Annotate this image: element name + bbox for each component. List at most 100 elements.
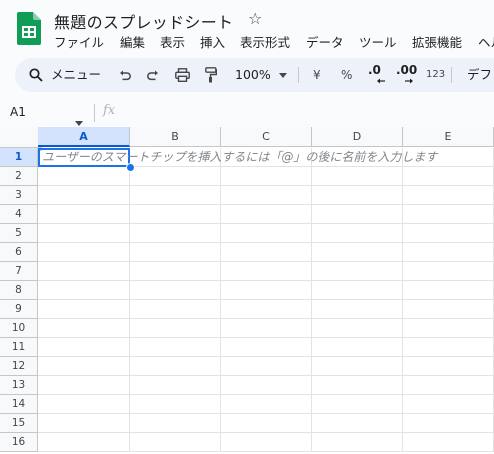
column-header-b[interactable]: B <box>130 127 221 147</box>
cell-e8[interactable] <box>403 281 494 300</box>
cell-d4[interactable] <box>312 205 403 224</box>
redo-icon[interactable] <box>147 69 159 82</box>
cell-b2[interactable] <box>130 167 221 186</box>
cell-c3[interactable] <box>221 186 312 205</box>
column-header-c[interactable]: C <box>221 127 312 147</box>
print-icon[interactable] <box>175 68 190 82</box>
cell-d9[interactable] <box>312 300 403 319</box>
cell-d2[interactable] <box>312 167 403 186</box>
cell-d10[interactable] <box>312 319 403 338</box>
row-header-7[interactable]: 7 <box>0 262 38 281</box>
cell-a7[interactable] <box>38 262 130 281</box>
cell-e6[interactable] <box>403 243 494 262</box>
menu-tools[interactable]: ツール <box>359 34 397 52</box>
cell-e11[interactable] <box>403 338 494 357</box>
row-header-13[interactable]: 13 <box>0 376 38 395</box>
menu-search-label[interactable]: メニュー <box>51 58 101 92</box>
cell-c13[interactable] <box>221 376 312 395</box>
star-icon[interactable]: ☆ <box>248 9 262 29</box>
cell-b13[interactable] <box>130 376 221 395</box>
row-header-11[interactable]: 11 <box>0 338 38 357</box>
menu-help[interactable]: ヘル <box>478 34 494 52</box>
cell-b16[interactable] <box>130 433 221 452</box>
cell-d3[interactable] <box>312 186 403 205</box>
cell-b5[interactable] <box>130 224 221 243</box>
cell-c6[interactable] <box>221 243 312 262</box>
cell-d15[interactable] <box>312 414 403 433</box>
cell-d14[interactable] <box>312 395 403 414</box>
cell-e5[interactable] <box>403 224 494 243</box>
currency-format-button[interactable]: ¥ <box>313 58 321 92</box>
row-header-12[interactable]: 12 <box>0 357 38 376</box>
menu-edit[interactable]: 編集 <box>120 34 145 52</box>
cell-c8[interactable] <box>221 281 312 300</box>
row-header-5[interactable]: 5 <box>0 224 38 243</box>
cell-b15[interactable] <box>130 414 221 433</box>
cell-e13[interactable] <box>403 376 494 395</box>
cell-c2[interactable] <box>221 167 312 186</box>
cell-b3[interactable] <box>130 186 221 205</box>
document-title[interactable]: 無題のスプレッドシート <box>54 9 233 33</box>
cell-c12[interactable] <box>221 357 312 376</box>
percent-format-button[interactable]: % <box>341 58 352 92</box>
cell-a10[interactable] <box>38 319 130 338</box>
menu-extensions[interactable]: 拡張機能 <box>412 34 462 52</box>
cell-c15[interactable] <box>221 414 312 433</box>
menu-format[interactable]: 表示形式 <box>240 34 290 52</box>
font-select[interactable]: デフ <box>467 58 492 92</box>
cell-e7[interactable] <box>403 262 494 281</box>
row-header-10[interactable]: 10 <box>0 319 38 338</box>
row-header-1[interactable]: 1 <box>0 148 38 167</box>
row-header-2[interactable]: 2 <box>0 167 38 186</box>
cell-b4[interactable] <box>130 205 221 224</box>
cell-b11[interactable] <box>130 338 221 357</box>
cell-c4[interactable] <box>221 205 312 224</box>
menu-file[interactable]: ファイル <box>54 34 104 52</box>
cell-c5[interactable] <box>221 224 312 243</box>
menu-insert[interactable]: 挿入 <box>200 34 225 52</box>
cell-a5[interactable] <box>38 224 130 243</box>
number-format-button[interactable]: 123 <box>426 58 445 92</box>
column-header-d[interactable]: D <box>312 127 403 147</box>
cell-a13[interactable] <box>38 376 130 395</box>
row-header-8[interactable]: 8 <box>0 281 38 300</box>
row-header-4[interactable]: 4 <box>0 205 38 224</box>
menu-view[interactable]: 表示 <box>160 34 185 52</box>
cell-a9[interactable] <box>38 300 130 319</box>
name-box[interactable]: A1 <box>10 105 26 119</box>
cell-a11[interactable] <box>38 338 130 357</box>
cell-b10[interactable] <box>130 319 221 338</box>
row-header-9[interactable]: 9 <box>0 300 38 319</box>
cell-d13[interactable] <box>312 376 403 395</box>
cell-b6[interactable] <box>130 243 221 262</box>
cell-c16[interactable] <box>221 433 312 452</box>
cell-c7[interactable] <box>221 262 312 281</box>
cell-e15[interactable] <box>403 414 494 433</box>
undo-icon[interactable] <box>119 69 131 82</box>
cell-a3[interactable] <box>38 186 130 205</box>
menu-data[interactable]: データ <box>306 34 344 52</box>
column-header-a[interactable]: A <box>38 127 130 147</box>
cell-a8[interactable] <box>38 281 130 300</box>
cell-c14[interactable] <box>221 395 312 414</box>
cell-b12[interactable] <box>130 357 221 376</box>
cell-d12[interactable] <box>312 357 403 376</box>
cell-c11[interactable] <box>221 338 312 357</box>
cell-d11[interactable] <box>312 338 403 357</box>
zoom-select[interactable]: 100% <box>235 58 271 92</box>
search-icon[interactable] <box>29 68 43 82</box>
row-header-6[interactable]: 6 <box>0 243 38 262</box>
cell-e10[interactable] <box>403 319 494 338</box>
zoom-chevron-down-icon[interactable] <box>279 73 287 78</box>
sheets-logo-icon[interactable] <box>17 12 41 45</box>
cell-b7[interactable] <box>130 262 221 281</box>
row-header-15[interactable]: 15 <box>0 414 38 433</box>
paint-format-icon[interactable] <box>205 67 217 83</box>
cell-e9[interactable] <box>403 300 494 319</box>
cell-b8[interactable] <box>130 281 221 300</box>
cell-c9[interactable] <box>221 300 312 319</box>
cell-e4[interactable] <box>403 205 494 224</box>
cell-e12[interactable] <box>403 357 494 376</box>
cell-e16[interactable] <box>403 433 494 452</box>
row-header-16[interactable]: 16 <box>0 433 38 452</box>
